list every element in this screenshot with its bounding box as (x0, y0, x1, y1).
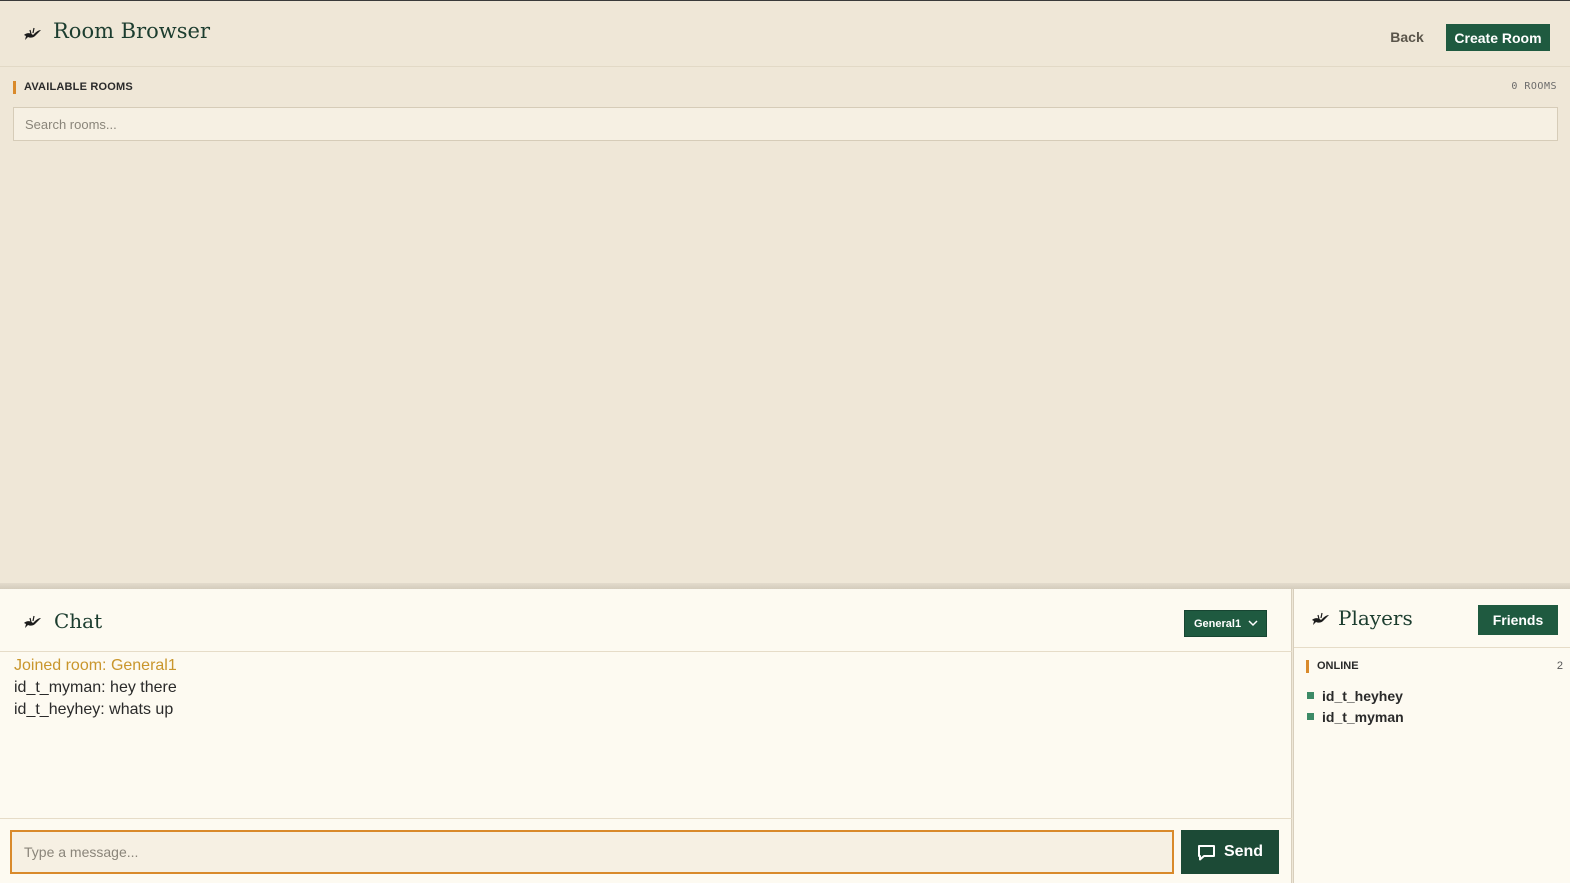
search-rooms-input[interactable] (13, 107, 1558, 141)
online-label: ONLINE (1317, 660, 1359, 672)
chat-input-row: Send (0, 818, 1292, 883)
back-button[interactable]: Back (1380, 25, 1434, 49)
chat-message: Joined room: General1 (14, 657, 177, 674)
chat-panel: Chat General1 Joined room: General1 id_t… (0, 589, 1292, 883)
bird-logo-icon (24, 27, 41, 40)
page-title: Room Browser (53, 19, 211, 43)
chat-title: Chat (54, 609, 103, 633)
chevron-down-icon (1248, 620, 1258, 627)
available-rooms-label: AVAILABLE ROOMS (24, 81, 133, 93)
players-header: Players Friends (1294, 589, 1570, 648)
player-item[interactable]: id_t_heyhey (1307, 685, 1404, 706)
players-panel: Players Friends ONLINE 2 id_t_heyhey id_… (1293, 589, 1570, 883)
online-status-icon (1307, 713, 1314, 720)
friends-button[interactable]: Friends (1478, 605, 1558, 635)
room-select-value: General1 (1194, 617, 1242, 630)
online-status-icon (1307, 692, 1314, 699)
section-accent-bar (13, 81, 16, 94)
page-header: Room Browser Back Create Room (0, 1, 1570, 67)
players-title: Players (1338, 606, 1413, 630)
player-name: id_t_heyhey (1322, 687, 1403, 704)
chat-messages: Joined room: General1 id_t_myman: hey th… (14, 655, 1274, 721)
player-item[interactable]: id_t_myman (1307, 706, 1404, 727)
message-input[interactable] (10, 830, 1174, 874)
chat-header: Chat General1 (0, 589, 1292, 652)
send-label: Send (1223, 843, 1264, 860)
room-select[interactable]: General1 (1184, 610, 1267, 637)
bird-logo-icon (1312, 612, 1329, 625)
rooms-count: 0 ROOMS (1511, 81, 1557, 92)
bird-logo-icon (24, 615, 41, 628)
chat-bubble-icon (1197, 844, 1215, 860)
send-button[interactable]: Send (1181, 830, 1279, 874)
chat-message: id_t_heyhey: whats up (14, 701, 174, 718)
online-count: 2 (1556, 660, 1563, 672)
chat-message: id_t_myman: hey there (14, 679, 177, 696)
player-name: id_t_myman (1322, 708, 1404, 725)
create-room-button[interactable]: Create Room (1446, 24, 1550, 51)
player-list: id_t_heyhey id_t_myman (1307, 685, 1404, 727)
section-accent-bar (1306, 660, 1309, 673)
